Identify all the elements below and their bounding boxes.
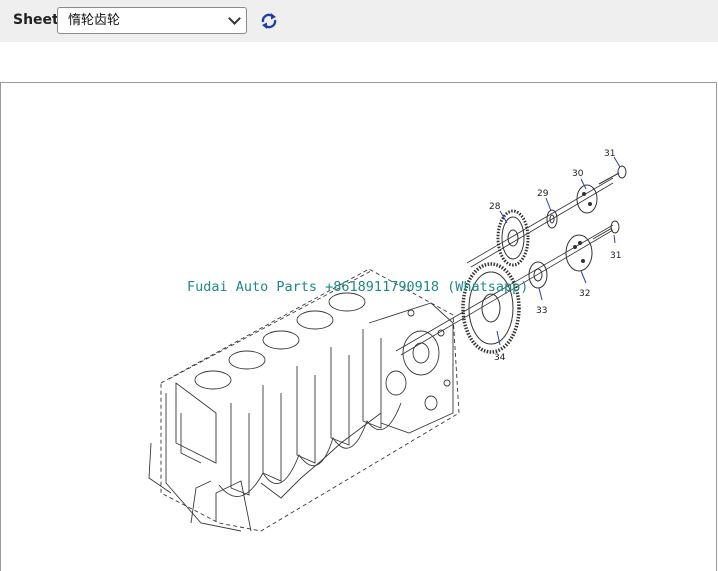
bolt-31-upper: [598, 165, 627, 185]
thrust-plate-30: [576, 184, 598, 214]
callout-leaders: [496, 156, 621, 346]
callout-28: 28: [489, 202, 501, 212]
bolt-31-lower: [592, 220, 620, 240]
callout-31-lower: 31: [610, 251, 621, 261]
callout-32: 32: [579, 289, 590, 299]
sheet-label: Sheet: [13, 12, 59, 28]
bushing-33: [528, 261, 548, 289]
callout-33: 33: [536, 306, 547, 316]
engine-block-illustration: [148, 268, 460, 532]
exploded-parts-drawing: 28 29 30 31 31 32 33 34: [148, 149, 627, 532]
callout-29: 29: [537, 189, 549, 199]
callout-34: 34: [494, 353, 506, 363]
thrust-plate-32: [565, 234, 593, 272]
watermark-text: Fudai Auto Parts +8618911790918 (Whatsap…: [187, 279, 529, 295]
toolbar: Sheet 惰轮齿轮: [0, 0, 718, 42]
callout-30: 30: [572, 169, 584, 179]
sheet-select[interactable]: 惰轮齿轮: [57, 7, 247, 34]
sheet-select-value: 惰轮齿轮: [68, 13, 121, 28]
callout-31-upper: 31: [604, 149, 615, 159]
chevron-down-icon: [228, 12, 241, 25]
refresh-icon[interactable]: [259, 11, 279, 31]
drawing-viewer[interactable]: 28 29 30 31 31 32 33 34 Fudai Auto Parts…: [0, 82, 717, 571]
